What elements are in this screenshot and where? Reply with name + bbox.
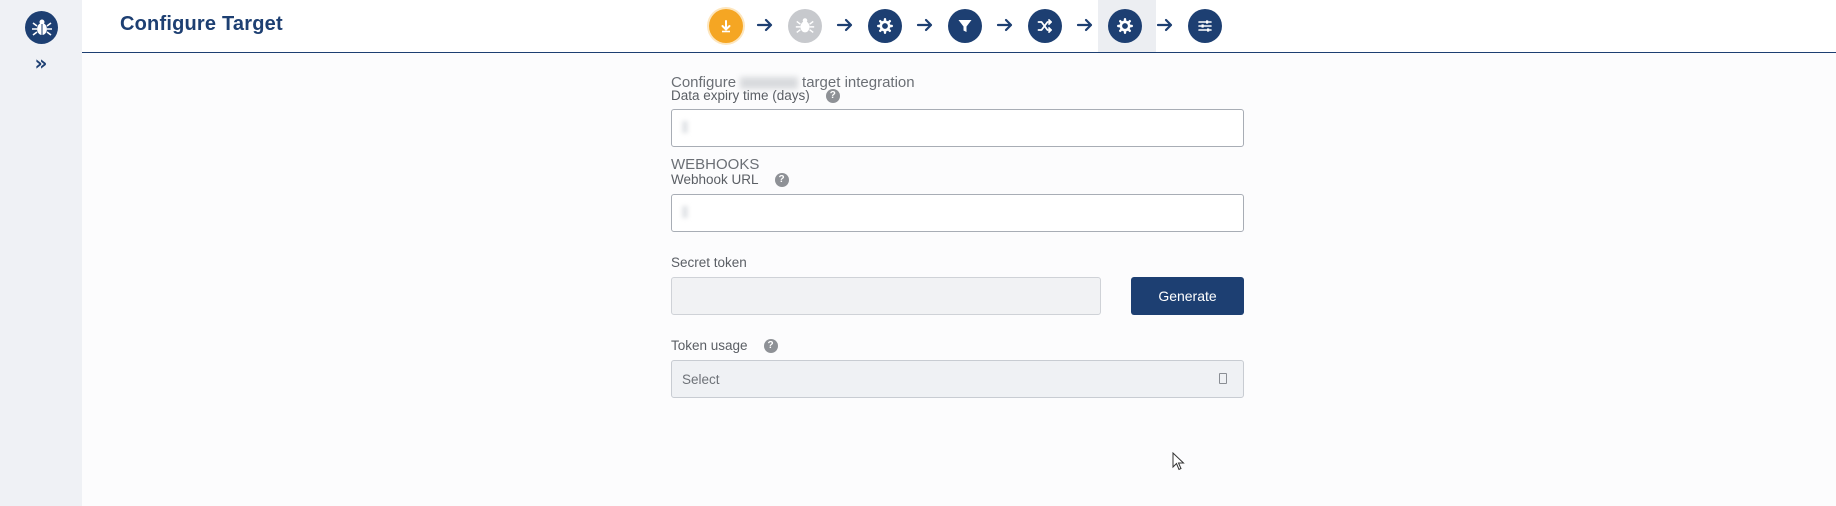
chevron-down-icon — [1219, 373, 1227, 384]
expiry-label: Data expiry time (days) ? — [671, 88, 840, 103]
token-usage-label-text: Token usage — [671, 338, 748, 353]
spider-icon — [31, 19, 52, 36]
sliders-icon — [1198, 20, 1212, 32]
gear-icon — [1117, 18, 1133, 34]
page-title: Configure Target — [120, 13, 283, 35]
filter-icon — [958, 20, 972, 32]
webhook-url-input[interactable] — [671, 194, 1244, 232]
app-logo[interactable] — [25, 11, 58, 44]
help-icon[interactable]: ? — [774, 172, 789, 187]
redacted-value — [682, 206, 688, 218]
step-arrow-icon — [835, 14, 855, 36]
gear-icon — [877, 18, 893, 34]
step-arrow-icon — [1075, 14, 1095, 36]
token-usage-label: Token usage ? — [671, 338, 778, 353]
sidebar-expand-button[interactable]: » — [30, 52, 52, 74]
expiry-input[interactable] — [671, 109, 1244, 147]
step-transform[interactable] — [1028, 9, 1062, 43]
step-arrow-icon — [755, 14, 775, 36]
spider-icon — [795, 18, 815, 34]
step-arrow-icon — [995, 14, 1015, 36]
webhook-url-label-text: Webhook URL — [671, 172, 759, 187]
step-arrow-icon — [915, 14, 935, 36]
header: Configure Target — [82, 0, 1836, 53]
step-review[interactable] — [1188, 9, 1222, 43]
secret-token-label-text: Secret token — [671, 255, 747, 270]
webhooks-section-title: WEBHOOKS — [671, 156, 760, 173]
step-configure-target[interactable] — [1108, 9, 1142, 43]
download-icon — [721, 20, 731, 33]
token-usage-select[interactable]: Select — [671, 360, 1244, 398]
token-usage-value: Select — [682, 372, 720, 387]
mouse-cursor-icon — [1172, 452, 1185, 471]
webhook-url-label: Webhook URL ? — [671, 172, 789, 187]
step-arrow-icon — [1155, 14, 1175, 36]
secret-token-input[interactable] — [671, 277, 1101, 315]
help-icon[interactable]: ? — [825, 88, 840, 103]
expiry-label-text: Data expiry time (days) — [671, 88, 810, 103]
step-target[interactable] — [788, 9, 822, 43]
secret-token-label: Secret token — [671, 255, 747, 270]
step-settings[interactable] — [868, 9, 902, 43]
sidebar: » — [0, 0, 82, 506]
shuffle-icon — [1037, 19, 1052, 33]
step-source[interactable] — [709, 9, 743, 43]
redacted-value — [682, 121, 688, 133]
help-icon[interactable]: ? — [763, 338, 778, 353]
generate-token-button[interactable]: Generate — [1131, 277, 1244, 315]
step-filter[interactable] — [948, 9, 982, 43]
